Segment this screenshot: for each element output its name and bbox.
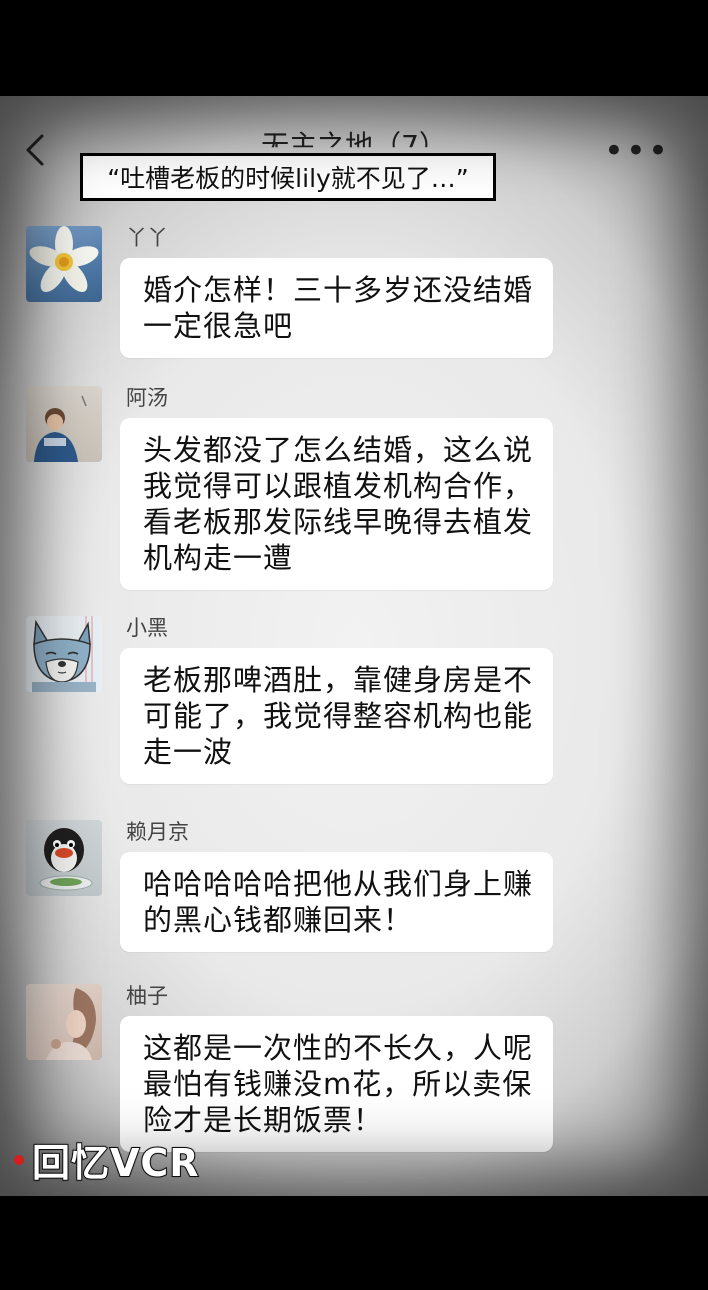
message-line: 最怕有钱赚没m花，所以卖保 (143, 1067, 533, 1101)
sender-name: 丫丫 (126, 226, 168, 250)
message-bubble[interactable]: 婚介怎样！三十多岁还没结婚 一定很急吧 (120, 258, 553, 358)
message-line: 这都是一次性的不长久，人呢 (143, 1031, 534, 1065)
message-line: 婚介怎样！三十多岁还没结婚 (143, 273, 534, 307)
message-line: 可能了，我觉得整容机构也能 (143, 699, 534, 733)
sender-name: 小黑 (126, 616, 168, 640)
message-line: 哈哈哈哈哈把他从我们身上赚 (143, 867, 534, 901)
chat-screen: 无主之地（7） ••• “吐槽老板的时候lily就不见了…” 丫丫 婚介怎样！三… (0, 96, 708, 1196)
record-dot-icon (14, 1154, 24, 1165)
daffodil-avatar-icon[interactable] (26, 226, 102, 302)
message-line: 走一波 (143, 735, 234, 769)
message-line: 我觉得可以跟植发机构合作， (143, 469, 534, 503)
message-line: 的黑心钱都赚回来！ (143, 903, 414, 937)
sender-name: 阿汤 (126, 386, 168, 410)
message-bubble[interactable]: 哈哈哈哈哈把他从我们身上赚 的黑心钱都赚回来！ (120, 852, 553, 952)
caption-overlay: “吐槽老板的时候lily就不见了…” (80, 153, 496, 201)
cartoon-dog-avatar-icon[interactable] (26, 616, 102, 692)
vcr-watermark: 回忆VCR (14, 1132, 200, 1187)
girl-photo-avatar-icon[interactable] (26, 984, 102, 1060)
chat-header: 无主之地（7） ••• “吐槽老板的时候lily就不见了…” (0, 96, 708, 206)
message-line: 机构走一遭 (143, 541, 294, 575)
message-line: 险才是长期饭票！ (143, 1103, 384, 1137)
penguin-avatar-icon[interactable] (26, 820, 102, 896)
message-line: 一定很急吧 (143, 309, 294, 343)
child-photo-avatar-icon[interactable] (26, 386, 102, 462)
message-bubble[interactable]: 头发都没了怎么结婚，这么说 我觉得可以跟植发机构合作， 看老板那发际线早晚得去植… (120, 418, 553, 590)
sender-name: 柚子 (126, 984, 168, 1008)
message-line: 老板那啤酒肚，靠健身房是不 (143, 663, 534, 697)
message-line: 看老板那发际线早晚得去植发 (143, 505, 534, 539)
message-line: 头发都没了怎么结婚，这么说 (143, 433, 534, 467)
watermark-text: 回忆VCR (31, 1140, 200, 1186)
more-options-icon[interactable]: ••• (604, 134, 670, 168)
sender-name: 赖月京 (126, 820, 189, 844)
message-bubble[interactable]: 老板那啤酒肚，靠健身房是不 可能了，我觉得整容机构也能 走一波 (120, 648, 553, 784)
